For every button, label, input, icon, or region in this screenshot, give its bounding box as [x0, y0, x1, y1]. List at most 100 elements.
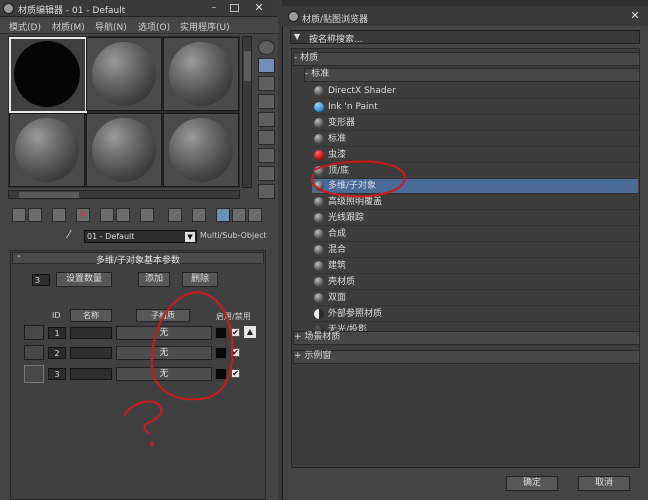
material-toolbar: ✕ [8, 206, 278, 224]
browser-titlebar: 材质/贴图浏览器 ✕ [282, 6, 648, 26]
close-button[interactable]: ✕ [252, 2, 266, 14]
menu-options[interactable]: 选项(O) [138, 20, 170, 33]
material-type-button[interactable]: Multi/Sub-Object [200, 230, 267, 243]
section-sample-slots[interactable]: + 示例窗 [293, 350, 640, 364]
row3-name-field[interactable] [70, 368, 112, 380]
chevron-down-icon: ▼ [185, 232, 195, 242]
material-type-item[interactable]: 外部参照材质 [312, 307, 638, 322]
material-preview-sphere [169, 118, 233, 182]
material-sphere-icon [314, 276, 324, 287]
chevron-down-icon[interactable]: ▼ [294, 32, 300, 41]
background-icon[interactable] [258, 76, 275, 91]
app-icon [288, 11, 299, 22]
menu-navigation[interactable]: 导航(N) [95, 20, 127, 33]
material-id-channel-icon[interactable] [140, 208, 154, 222]
get-material-icon[interactable] [12, 208, 26, 222]
cancel-button[interactable]: 取消 [578, 476, 630, 491]
put-to-library-icon[interactable] [116, 208, 130, 222]
app-icon [3, 3, 14, 14]
uv-tiling-icon[interactable] [258, 94, 275, 109]
sample-slot-3[interactable] [163, 37, 239, 111]
material-type-label: DirectX Shader [328, 86, 396, 96]
slots-vertical-scrollbar[interactable] [242, 36, 252, 188]
row1-name-field[interactable] [70, 327, 112, 339]
material-type-item[interactable]: 双面 [312, 291, 638, 306]
ok-button[interactable]: 确定 [506, 476, 558, 491]
material-type-label: Ink 'n Paint [328, 101, 378, 112]
sample-slot-5[interactable] [86, 113, 162, 187]
menu-utilities[interactable]: 实用程序(U) [180, 20, 230, 33]
select-by-material-icon[interactable] [258, 166, 275, 181]
options-icon[interactable] [258, 148, 275, 163]
eyedropper-icon[interactable]: ⁄ [68, 229, 78, 243]
row1-id[interactable]: 1 [48, 327, 66, 339]
menu-mode[interactable]: 模式(D) [9, 20, 41, 33]
show-end-result-icon[interactable] [192, 208, 206, 222]
add-button[interactable]: 添加 [138, 272, 170, 287]
material-type-item[interactable]: 建筑 [312, 259, 638, 274]
material-type-item[interactable]: 壳材质 [312, 275, 638, 290]
material-type-label: 建筑 [328, 260, 347, 271]
material-type-item[interactable]: Ink 'n Paint [312, 100, 638, 115]
sample-slot-4[interactable] [9, 113, 85, 187]
red-circle-annotation [311, 160, 406, 198]
section-materials[interactable]: - 材质 [293, 52, 640, 66]
material-type-label: 混合 [328, 245, 347, 255]
close-button[interactable]: ✕ [628, 10, 642, 22]
make-preview-icon[interactable] [258, 130, 275, 145]
material-type-label: 壳材质 [328, 276, 356, 287]
row2-id[interactable]: 2 [48, 347, 66, 359]
material-sphere-icon [314, 101, 324, 112]
material-sphere-icon [314, 86, 324, 96]
material-name-dropdown[interactable]: 01 - Default ▼ [84, 230, 197, 243]
material-preview-sphere [15, 118, 79, 182]
put-to-scene-icon[interactable] [28, 208, 42, 222]
backlight-icon[interactable] [258, 58, 275, 73]
make-unique-icon[interactable] [100, 208, 114, 222]
row1-color-swatch[interactable] [24, 325, 44, 340]
show-map-in-viewport-icon[interactable] [168, 208, 182, 222]
material-type-item[interactable]: 合成 [312, 227, 638, 243]
sample-type-icon[interactable] [258, 40, 275, 55]
search-placeholder: 按名称搜索... [309, 35, 363, 45]
sample-slot-1[interactable] [9, 37, 87, 113]
sample-slot-6[interactable] [163, 113, 239, 187]
reset-map-icon[interactable]: ✕ [76, 208, 90, 222]
material-count-input[interactable]: 3 [32, 274, 50, 286]
row2-name-field[interactable] [70, 347, 112, 359]
go-to-parent-icon[interactable] [216, 208, 230, 222]
material-sphere-icon [314, 260, 324, 271]
minimize-button[interactable]: – [208, 3, 220, 14]
set-number-button[interactable]: 设置数量 [56, 272, 112, 287]
pick-material-icon[interactable] [248, 208, 262, 222]
material-map-navigator-icon[interactable] [258, 184, 275, 199]
menu-material[interactable]: 材质(M) [52, 20, 85, 33]
material-type-item[interactable]: 光线跟踪 [312, 211, 638, 227]
material-type-label: 光线跟踪 [328, 213, 365, 224]
material-editor-titlebar: 材质编辑器 - 01 - Default – ✕ [0, 0, 278, 17]
search-by-name-bar[interactable]: ▼ 按名称搜索... [290, 30, 640, 45]
material-type-item[interactable]: 标准 [312, 132, 638, 147]
row3-id[interactable]: 3 [48, 368, 66, 380]
material-type-label: 双面 [328, 292, 347, 303]
material-type-item[interactable]: 混合 [312, 243, 638, 258]
row2-color-swatch[interactable] [24, 345, 44, 360]
section-standard[interactable]: - 标准 [304, 68, 640, 82]
sample-slot-2[interactable] [86, 37, 162, 111]
row3-color-swatch[interactable] [24, 365, 44, 383]
material-preview-sphere [92, 42, 156, 106]
column-header-name[interactable]: 名称 [70, 309, 112, 322]
assign-to-selection-icon[interactable] [52, 208, 66, 222]
section-scene-materials[interactable]: + 场景材质 [293, 331, 640, 345]
material-sphere-icon [314, 308, 324, 319]
material-type-item[interactable]: DirectX Shader [312, 84, 638, 99]
sample-slots-grid [8, 36, 240, 188]
maximize-button[interactable] [230, 4, 239, 12]
delete-button[interactable]: 删除 [182, 272, 218, 287]
window-title: 材质编辑器 - 01 - Default [18, 6, 126, 16]
slots-horizontal-scrollbar[interactable] [8, 190, 240, 199]
go-forward-sibling-icon[interactable] [232, 208, 246, 222]
video-color-check-icon[interactable] [258, 112, 275, 127]
column-header-id[interactable]: ID [52, 311, 61, 320]
material-type-item[interactable]: 变形器 [312, 116, 638, 131]
